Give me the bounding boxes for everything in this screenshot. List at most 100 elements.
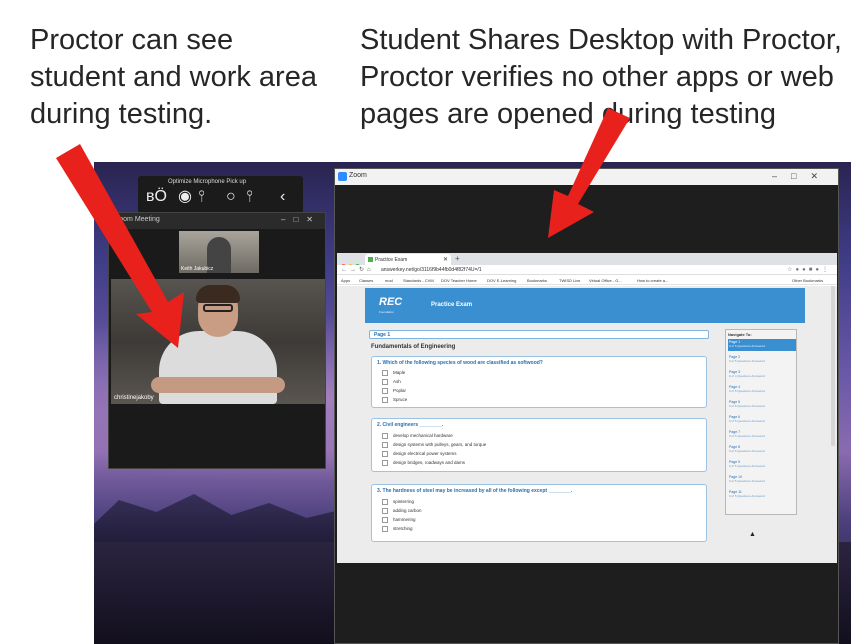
bookmark-item[interactable]: Other Bookmarks: [792, 278, 823, 283]
nav-page-item[interactable]: Page 40 of 5 Questions Answered: [728, 384, 796, 396]
nav-page-status: 0 of 4 Questions Answered: [729, 374, 765, 378]
bookmark-item[interactable]: Classes: [359, 278, 373, 283]
bookmark-item[interactable]: How to create a...: [637, 278, 668, 283]
answer-option[interactable]: stretching: [382, 526, 413, 532]
exam-body: Page 1 Fundamentals of Engineering 1. Wh…: [369, 330, 709, 563]
question-text: 1. Which of the following species of woo…: [377, 360, 543, 366]
nav-page-status: 0 of 5 Questions Answered: [729, 344, 765, 348]
nav-page-status: 0 of 5 Questions Answered: [729, 494, 765, 498]
mic-toolbar-title: Optimize Microphone Pick up: [168, 179, 247, 185]
answer-option[interactable]: Poplar: [382, 388, 406, 394]
window-controls[interactable]: –□✕: [281, 215, 321, 224]
caption-right: Student Shares Desktop with Proctor, Pro…: [360, 24, 842, 130]
answer-option[interactable]: hammering: [382, 517, 416, 523]
rec-logo[interactable]: REC: [379, 296, 402, 308]
zoom-meeting-title: Zoom Meeting: [115, 216, 160, 223]
zoom-meeting-titlebar: Zoom Meeting –□✕: [109, 213, 325, 229]
browser-tab[interactable]: Practice Exam ✕: [365, 254, 451, 265]
bookmark-item[interactable]: TWISD Live: [559, 278, 580, 283]
zoom-share-window: Zoom –□✕ Practice Exam ✕ + ←→↻⌂ answerke…: [334, 168, 839, 644]
browser-tabbar: Practice Exam ✕ +: [337, 253, 837, 269]
navigate-heading: Navigate To:: [728, 332, 752, 337]
answer-option[interactable]: design bridges, roadways and dams: [382, 460, 465, 466]
nav-page-item[interactable]: Page 80 of 5 Questions Answered: [728, 444, 796, 456]
rocks: [94, 494, 344, 542]
bookmark-item[interactable]: Virtual Office - G...: [589, 278, 622, 283]
question-card: 2. Civil engineers ________. develop mec…: [371, 418, 707, 472]
close-icon[interactable]: ✕: [443, 256, 448, 263]
audio-settings-icon[interactable]: ʙÖ: [146, 188, 167, 206]
question-text: 3. The hardness of steel may be increase…: [377, 488, 573, 494]
answer-option[interactable]: design systems with pulleys, gears, and …: [382, 442, 486, 448]
student-hands: [151, 377, 285, 393]
answer-option[interactable]: develop mechanical hardware: [382, 433, 453, 439]
student-glasses: [203, 304, 233, 312]
question-card: 3. The hardness of steel may be increase…: [371, 484, 707, 542]
bookmark-item[interactable]: DOV Teacher Home: [441, 278, 477, 283]
new-tab-icon[interactable]: +: [455, 254, 460, 263]
nav-page-item[interactable]: Page 30 of 4 Questions Answered: [728, 369, 796, 381]
bookmark-item[interactable]: mod: [385, 278, 393, 283]
zoom-icon: [338, 172, 347, 181]
window-controls[interactable]: –□✕: [772, 171, 832, 182]
nav-page-status: 0 of 5 Questions Answered: [729, 464, 765, 468]
section-title: Fundamentals of Engineering: [371, 344, 456, 350]
zoom-meeting-window: Zoom Meeting –□✕ Keith Jakubicz christin…: [108, 212, 326, 469]
microphone-toolbar: Optimize Microphone Pick up ʙÖ ◉ ⫯ ○ ⫯ ‹: [138, 176, 303, 214]
answer-option[interactable]: design electrical power systems: [382, 451, 457, 457]
nav-page-item[interactable]: Page 10 of 5 Questions Answered: [728, 339, 796, 351]
nav-page-item[interactable]: Page 70 of 5 Questions Answered: [728, 429, 796, 441]
bookmark-item[interactable]: DOV E-Learning: [487, 278, 516, 283]
nav-page-item[interactable]: Page 20 of 5 Questions Answered: [728, 354, 796, 366]
radio-off-icon[interactable]: ○: [226, 188, 236, 206]
answer-option[interactable]: Spruce: [382, 397, 407, 403]
answer-option[interactable]: Maple: [382, 370, 405, 376]
exam-header-title: Practice Exam: [431, 302, 473, 308]
tab-favicon-icon: [368, 257, 373, 262]
zoom-share-titlebar: Zoom –□✕: [335, 169, 838, 185]
student-webcam-video: christinejakoby: [111, 279, 325, 404]
extension-icons[interactable]: ☆●●■●⋮: [787, 266, 831, 273]
nav-page-item[interactable]: Page 11 0 of 5 Questions Answered: [728, 489, 796, 501]
student-body: [159, 331, 277, 404]
nav-page-status: 0 of 5 Questions Answered: [729, 449, 765, 453]
nav-page-status: 0 of 5 Questions Answered: [729, 404, 765, 408]
question-text: 2. Civil engineers ________.: [377, 422, 444, 428]
nav-page-status: 0 of 5 Questions Answered: [729, 389, 765, 393]
caption-left: Proctor can see student and work area du…: [30, 24, 317, 130]
address-bar: ←→↻⌂ answerkey.net/go/3116f9b44fb0d4f82f…: [337, 265, 837, 275]
bookmark-item[interactable]: Standards - CVM: [403, 278, 434, 283]
participant-thumbnail[interactable]: Keith Jakubicz: [179, 231, 259, 273]
exam-header: REC Foundation Practice Exam: [365, 288, 805, 323]
bookmark-item[interactable]: Apps: [341, 278, 350, 283]
bookmark-item[interactable]: Bookmarks: [527, 278, 547, 283]
nav-page-item[interactable]: Page 50 of 5 Questions Answered: [728, 399, 796, 411]
url-field[interactable]: answerkey.net/go/3116f9b44fb0d4f82f74U=/…: [381, 267, 482, 273]
answer-option[interactable]: Ash: [382, 379, 401, 385]
student-hair: [196, 285, 240, 303]
answer-option[interactable]: spinterring: [382, 499, 414, 505]
zoom-share-title: Zoom: [349, 172, 367, 179]
nav-page-status: 0 of 5 Questions Answered: [729, 479, 765, 483]
page-content: REC Foundation Practice Exam Page 1 Fund…: [337, 286, 837, 563]
page-scrollbar[interactable]: [831, 286, 835, 446]
nav-page-status: 0 of 5 Questions Answered: [729, 359, 765, 363]
microphone-icon: ⫯: [198, 188, 205, 205]
chevron-left-icon[interactable]: ‹: [280, 188, 285, 206]
page-label: Page 1: [369, 330, 709, 339]
browser-window: Practice Exam ✕ + ←→↻⌂ answerkey.net/go/…: [337, 253, 837, 563]
navigate-panel: Navigate To: Page 10 of 5 Questions Answ…: [725, 329, 797, 515]
question-card: 1. Which of the following species of woo…: [371, 356, 707, 408]
rec-logo-subtitle: Foundation: [379, 310, 395, 314]
nav-page-item[interactable]: Page 90 of 5 Questions Answered: [728, 459, 796, 471]
nav-page-status: 0 of 5 Questions Answered: [729, 434, 765, 438]
nav-page-item[interactable]: Page 60 of 5 Questions Answered: [728, 414, 796, 426]
participant-name: christinejakoby: [114, 395, 154, 401]
nav-page-item[interactable]: Page 10 0 of 5 Questions Answered: [728, 474, 796, 486]
nav-page-status: 0 of 5 Questions Answered: [729, 419, 765, 423]
navigation-icons[interactable]: ←→↻⌂: [341, 266, 374, 273]
radio-on-icon[interactable]: ◉: [178, 188, 192, 206]
microphone-alt-icon: ⫯: [246, 188, 253, 205]
tab-title: Practice Exam: [375, 257, 408, 263]
answer-option[interactable]: adding carbon: [382, 508, 422, 514]
